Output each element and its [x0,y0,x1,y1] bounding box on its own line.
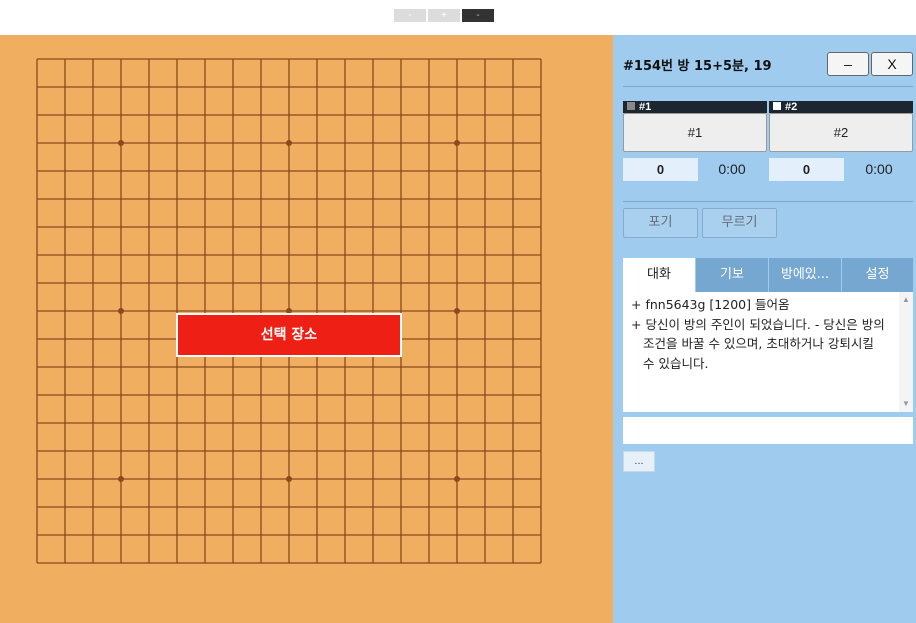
white-stone-icon [773,102,781,110]
board-area: 선택 장소 [0,35,613,623]
star-point [118,308,124,314]
player2-seat-button[interactable]: #2 [769,113,913,152]
tab-game-record[interactable]: 기보 [696,258,768,292]
gray-stone-icon [627,102,635,110]
zoom-in-button[interactable]: + [428,9,460,22]
close-button[interactable]: X [871,52,913,76]
zoom-reset-button[interactable]: - [462,9,494,22]
scroll-up-icon[interactable]: ▲ [899,294,913,306]
chat-message: + fnn5643g [1200] 들어옴 [631,297,790,312]
minimize-button[interactable]: – [827,52,869,76]
chat-input[interactable] [623,417,913,444]
resign-button[interactable]: 포기 [623,208,698,238]
zoom-out-button[interactable]: - [394,9,426,22]
player1-seat-button[interactable]: #1 [623,113,767,152]
star-point [118,476,124,482]
player1-head-label: #1 [639,101,652,113]
panel-tabs: 대화 기보 방에있... 설정 [623,258,913,292]
star-point [454,476,460,482]
player1-clock: 0:00 [718,161,746,177]
divider [623,86,913,87]
player2-head-label: #2 [785,101,798,113]
star-point [118,140,124,146]
scroll-down-icon[interactable]: ▼ [899,398,913,410]
chat-log[interactable]: + fnn5643g [1200] 들어옴 + 당신이 방의 주인이 되었습니다… [623,292,913,412]
tab-settings[interactable]: 설정 [842,258,913,292]
room-title: #154번 방 15+5분, 19 [623,59,772,74]
star-point [454,308,460,314]
tab-chat[interactable]: 대화 [623,258,695,292]
top-toolbar: - + - [0,0,916,35]
chat-lines: + fnn5643g [1200] 들어옴 + 당신이 방의 주인이 되었습니다… [631,295,887,373]
choose-place-button[interactable]: 선택 장소 [176,313,402,357]
divider [623,201,913,202]
player2-clock: 0:00 [865,161,893,177]
player2-captures: 0 [769,158,844,181]
side-panel: #154번 방 15+5분, 19 – X #1 #2 #1 #2 0 0:00… [613,35,916,623]
chat-message: + 당신이 방의 주인이 되었습니다. - 당신은 방의 조건을 바꿀 수 있으… [631,316,885,371]
star-point [454,140,460,146]
star-point [286,476,292,482]
player1-header: #1 [623,101,767,113]
player2-header: #2 [769,101,913,113]
more-button[interactable]: ... [623,451,655,472]
star-point [286,140,292,146]
chat-scrollbar[interactable]: ▲ ▼ [899,292,913,412]
undo-button[interactable]: 무르기 [702,208,777,238]
tab-room-users[interactable]: 방에있... [769,258,841,292]
player1-captures: 0 [623,158,698,181]
